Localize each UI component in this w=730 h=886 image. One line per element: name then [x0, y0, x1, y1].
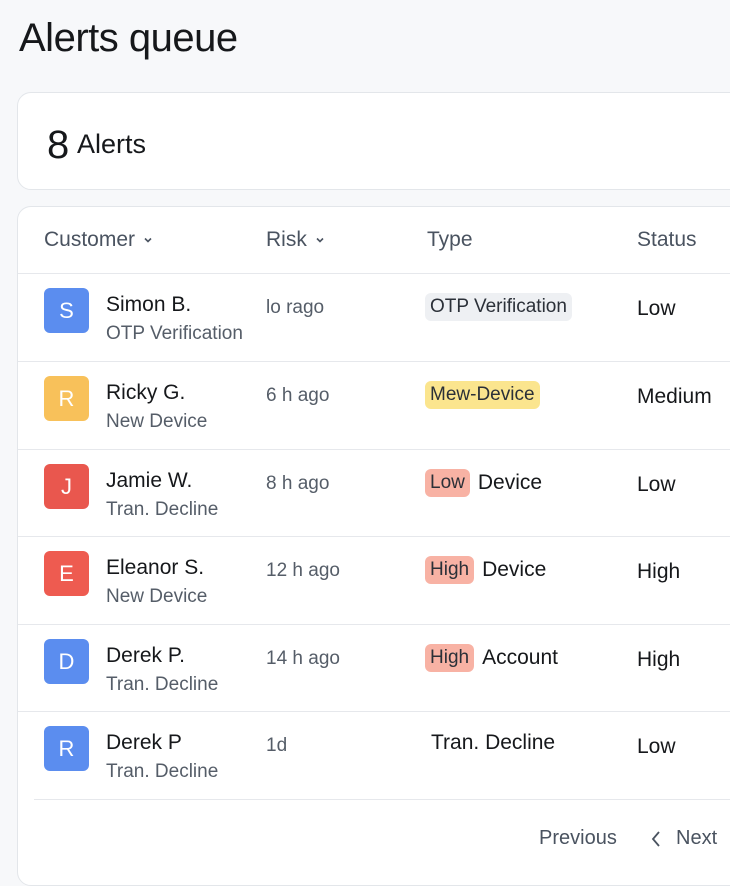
column-header-label: Type [427, 228, 473, 251]
type-badge: High [425, 644, 475, 672]
column-header-customer[interactable]: Customer [44, 228, 153, 252]
status-value: Low [637, 735, 676, 758]
chevron-down-icon [316, 237, 324, 243]
customer-name: Jamie W. [106, 469, 193, 492]
avatar: D [44, 639, 89, 684]
type-badge: Low [425, 469, 470, 497]
customer-alert-reason: Tran. Decline [106, 499, 219, 520]
type-text: Account [482, 646, 558, 669]
status-value: Low [637, 473, 676, 496]
alert-time: 14 h ago [266, 648, 340, 669]
alert-type: Low Device [425, 469, 542, 497]
customer-name: Derek P. [106, 644, 185, 667]
row-divider [18, 361, 730, 362]
row-divider [18, 711, 730, 712]
summary-card: 8 Alerts [17, 92, 730, 190]
avatar: J [44, 464, 89, 509]
column-header-label: Risk [266, 228, 307, 251]
avatar: R [44, 726, 89, 771]
row-divider [18, 449, 730, 450]
alert-type: High Device [425, 556, 546, 584]
row-divider [18, 536, 730, 537]
status-value: High [637, 648, 681, 671]
alert-type: Mew-Device [425, 381, 540, 409]
alert-type: OTP Verification [425, 293, 572, 321]
column-header-type: Type [427, 228, 473, 252]
type-badge: OTP Verification [425, 293, 572, 321]
status-value: High [637, 560, 681, 583]
row-divider [34, 799, 730, 800]
type-text: Tran. Decline [431, 731, 556, 754]
type-badge: High [425, 556, 475, 584]
type-text: Device [477, 471, 543, 494]
customer-alert-reason: OTP Verification [106, 323, 243, 344]
next-page-button[interactable]: Next [676, 827, 717, 850]
alert-time: 8 h ago [266, 473, 330, 494]
column-header-status: Status [637, 228, 697, 252]
chevron-down-icon [144, 237, 152, 243]
customer-alert-reason: Tran. Decline [106, 761, 219, 782]
alert-time: 1d [266, 735, 288, 756]
alert-time: 6 h ago [266, 385, 330, 406]
column-header-label: Status [637, 228, 697, 251]
page-title: Alerts queue [19, 16, 238, 60]
alerts-count: 8 [47, 123, 70, 167]
row-divider [18, 273, 730, 274]
customer-name: Ricky G. [106, 381, 186, 404]
column-header-risk[interactable]: Risk [266, 228, 325, 252]
customer-name: Derek P [106, 731, 182, 754]
alerts-count-label: Alerts [77, 129, 147, 159]
status-value: Low [637, 297, 676, 320]
type-text: Device [482, 558, 547, 581]
avatar: R [44, 376, 89, 421]
customer-alert-reason: New Device [106, 586, 208, 607]
column-header-label: Customer [44, 228, 136, 251]
alert-time: 12 h ago [266, 560, 340, 581]
row-divider [18, 624, 730, 625]
alert-time: lo rago [266, 297, 325, 318]
type-badge: Mew-Device [425, 381, 540, 409]
avatar: S [44, 288, 89, 333]
alert-type: High Account [425, 644, 558, 672]
customer-alert-reason: New Device [106, 411, 208, 432]
customer-name: Eleanor S. [106, 556, 205, 579]
status-value: Medium [637, 385, 712, 408]
alert-type: Tran. Decline [431, 731, 555, 755]
chevron-left-icon[interactable] [649, 829, 663, 849]
customer-alert-reason: Tran. Decline [106, 674, 219, 695]
previous-page-button[interactable]: Previous [539, 827, 617, 850]
customer-name: Simon B. [106, 293, 192, 316]
avatar: E [44, 551, 89, 596]
